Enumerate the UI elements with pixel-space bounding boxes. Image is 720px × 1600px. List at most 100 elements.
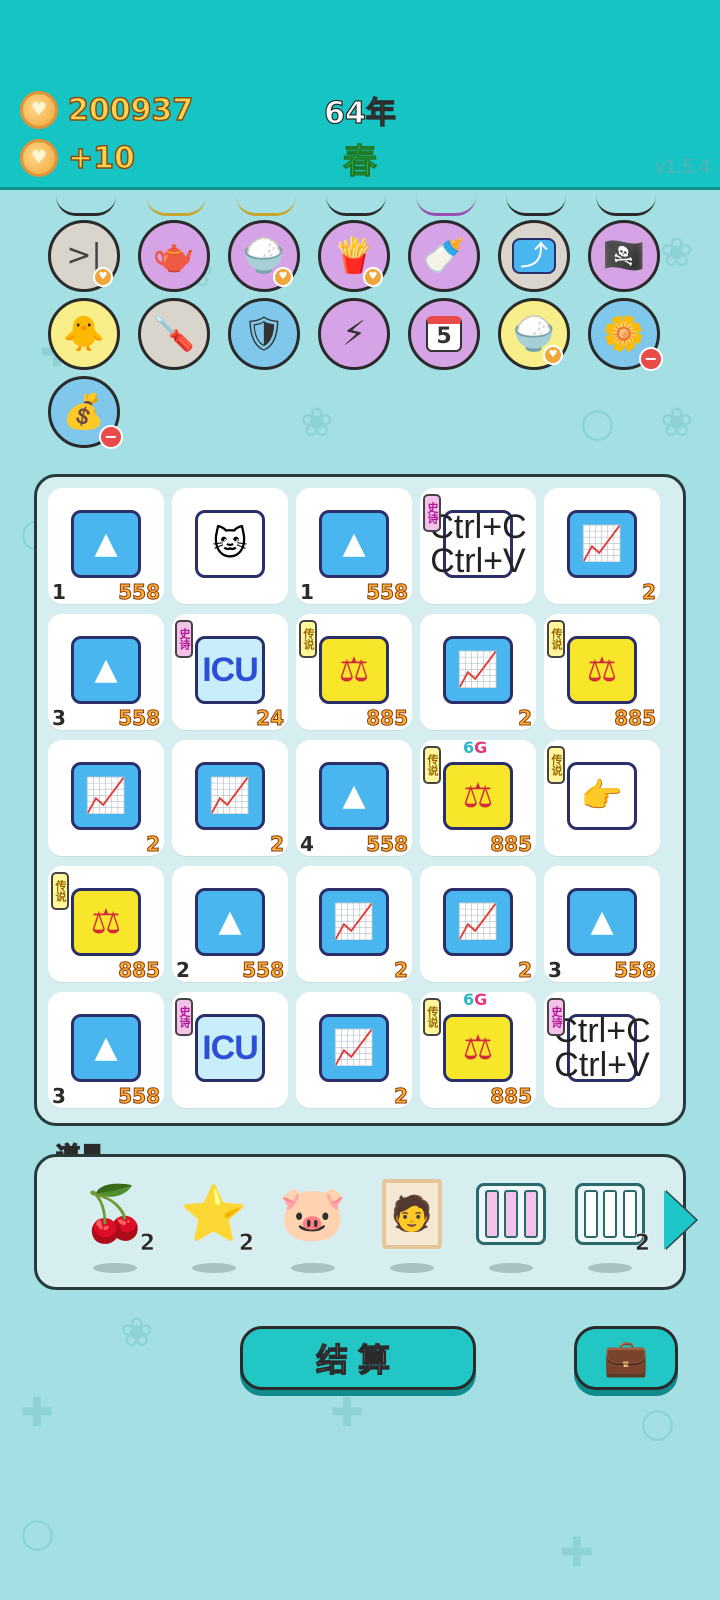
gold-bars-icon: ▲ bbox=[195, 888, 265, 956]
board-cell[interactable]: ⚖ 传说 6G 885 bbox=[420, 990, 536, 1109]
cell-value: 558 bbox=[366, 832, 409, 857]
rising-chart-icon: 📈 bbox=[195, 762, 265, 830]
board-cell[interactable]: 📈 2 bbox=[48, 740, 164, 857]
cell-value: 2 bbox=[518, 706, 533, 731]
scales-icon: ⚖ bbox=[443, 762, 513, 830]
scales-icon: ⚖ bbox=[443, 1014, 513, 1082]
cell-value: 2 bbox=[270, 832, 285, 857]
board-cell[interactable]: ▲ 4 558 bbox=[296, 740, 412, 857]
item-slot[interactable]: 🧑 bbox=[372, 1179, 452, 1273]
item-shadow bbox=[390, 1263, 434, 1273]
item-slot[interactable]: 🐷 bbox=[273, 1179, 353, 1273]
eye-patch-icon: 🏴‍☠️ bbox=[602, 236, 646, 276]
coin-icon: ♥ bbox=[20, 91, 58, 129]
trait-slot[interactable]: 5 bbox=[408, 298, 480, 370]
board-cell[interactable]: Ctrl+C Ctrl+V 史诗 bbox=[420, 488, 536, 604]
trait-slot[interactable]: 🍟 ♥ bbox=[318, 220, 390, 292]
cell-counter: 1 bbox=[300, 580, 314, 604]
copy-label: Ctrl+C bbox=[553, 1012, 651, 1050]
board-cell[interactable]: ▲ 3 558 bbox=[544, 866, 660, 983]
legend-tag: 传说 bbox=[423, 746, 441, 784]
copy-paste-icon: Ctrl+C Ctrl+V bbox=[429, 510, 527, 578]
cell-value: 558 bbox=[118, 1084, 161, 1109]
board-cell[interactable]: ⚖ 传说 885 bbox=[48, 866, 164, 983]
cell-value: 2 bbox=[394, 958, 409, 983]
trait-slot[interactable]: 🫖 bbox=[138, 220, 210, 292]
trait-slot[interactable]: ⤴ bbox=[498, 220, 570, 292]
board-cell[interactable]: ▲ 2 558 bbox=[172, 866, 288, 983]
board-cell[interactable]: 📈 2 bbox=[296, 992, 412, 1109]
gold-bars-icon: ▲ bbox=[71, 1014, 141, 1082]
scroll-right-arrow-icon[interactable] bbox=[664, 1190, 696, 1250]
upward-arrow-icon: ⤴ bbox=[511, 238, 556, 274]
trait-slot[interactable]: 🪛 bbox=[138, 298, 210, 370]
item-slot[interactable]: 🍒 2 bbox=[75, 1179, 155, 1273]
item-slot[interactable]: 2 bbox=[570, 1179, 650, 1273]
legend-tag: 传说 bbox=[51, 872, 69, 910]
breast-pump-icon: 🍼 bbox=[422, 236, 466, 276]
cell-value: 2 bbox=[146, 832, 161, 857]
copy-label: Ctrl+C bbox=[429, 508, 527, 546]
trait-slot[interactable]: ⚡ bbox=[318, 298, 390, 370]
board-cell[interactable]: 📈 2 bbox=[544, 488, 660, 605]
board-cell[interactable]: 📈 2 bbox=[172, 740, 288, 857]
trait-slot[interactable]: 🍼 bbox=[408, 220, 480, 292]
trait-slot[interactable]: 🛡 bbox=[228, 298, 300, 370]
item-shadow bbox=[192, 1263, 236, 1273]
board-cell[interactable]: 🐱 bbox=[172, 488, 288, 604]
legend-tag: 传说 bbox=[299, 620, 317, 658]
board-cell[interactable]: 📈 2 bbox=[420, 614, 536, 731]
rising-chart-icon: 📈 bbox=[71, 762, 141, 830]
income-amount: +10 bbox=[67, 140, 135, 177]
board-cell[interactable]: ▲ 3 558 bbox=[48, 992, 164, 1109]
cell-value: 2 bbox=[518, 958, 533, 983]
epic-tag: 史诗 bbox=[547, 998, 565, 1036]
trait-slot[interactable]: 🍚 ♥ bbox=[228, 220, 300, 292]
board-cell[interactable]: ⚖ 传说 6G 885 bbox=[420, 738, 536, 857]
board-cell[interactable]: 📈 2 bbox=[296, 866, 412, 983]
board-cell[interactable]: Ctrl+C Ctrl+V 史诗 bbox=[544, 992, 660, 1108]
cell-value: 558 bbox=[118, 706, 161, 731]
slot-board: ▲ 1 558 🐱 ▲ 1 558 Ctrl+C Ctrl+V 史诗 📈 2 ▲ 3 558 ICU 史诗 24 ⚖… bbox=[34, 474, 686, 1126]
board-cell[interactable]: ▲ 1 558 bbox=[296, 488, 412, 605]
cell-value: 885 bbox=[118, 958, 161, 983]
trait-slot[interactable]: 🌼 − bbox=[588, 298, 663, 371]
cell-value: 24 bbox=[256, 706, 285, 731]
board-cell[interactable]: 📈 2 bbox=[420, 866, 536, 983]
calendar-icon: 5 bbox=[426, 316, 462, 352]
board-cell[interactable]: 👉 传说 bbox=[544, 740, 660, 856]
cell-counter: 3 bbox=[52, 706, 66, 730]
sixg-label: 6G bbox=[463, 990, 488, 1009]
gold-bars-icon: ▲ bbox=[567, 888, 637, 956]
icu-sign: ICU bbox=[195, 1014, 265, 1082]
gold-bars-icon: ▲ bbox=[319, 510, 389, 578]
cell-counter: 2 bbox=[176, 958, 190, 982]
legend-tag: 传说 bbox=[547, 746, 565, 784]
board-cell[interactable]: ICU 史诗 bbox=[172, 992, 288, 1108]
board-cell[interactable]: ICU 史诗 24 bbox=[172, 614, 288, 731]
epic-tag: 史诗 bbox=[175, 620, 193, 658]
shield-wrench-icon: 🛡 bbox=[242, 314, 286, 354]
season-label: 春 bbox=[343, 142, 378, 183]
trait-slot[interactable]: 🐥 bbox=[48, 298, 120, 370]
board-cell[interactable]: ⚖ 传说 885 bbox=[296, 614, 412, 731]
heart-badge-icon: ♥ bbox=[363, 267, 383, 287]
board-cell[interactable]: ▲ 3 558 bbox=[48, 614, 164, 731]
trait-slot[interactable]: >| ♥ bbox=[48, 220, 120, 292]
item-slot[interactable]: ⭐ 2 bbox=[174, 1179, 254, 1273]
coin-income: ♥ +10 bbox=[20, 139, 136, 177]
trait-slot[interactable]: 🏴‍☠️ bbox=[588, 220, 660, 292]
trait-slot[interactable]: 🍚 ♥ bbox=[498, 298, 570, 370]
cell-counter: 3 bbox=[548, 958, 562, 982]
paste-label: Ctrl+V bbox=[554, 1046, 650, 1084]
rising-chart-icon: 📈 bbox=[319, 1014, 389, 1082]
item-shadow bbox=[93, 1263, 137, 1273]
settle-button[interactable]: 结算 bbox=[240, 1326, 476, 1390]
briefcase-button[interactable]: 💼 bbox=[574, 1326, 678, 1390]
item-slot[interactable] bbox=[471, 1179, 551, 1273]
gravy-boat-icon: 🫖 bbox=[152, 236, 196, 276]
trait-slot[interactable]: 💰 − bbox=[48, 376, 123, 449]
board-cell[interactable]: ⚖ 传说 885 bbox=[544, 614, 660, 731]
icu-sign: ICU bbox=[195, 636, 265, 704]
board-cell[interactable]: ▲ 1 558 bbox=[48, 488, 164, 605]
